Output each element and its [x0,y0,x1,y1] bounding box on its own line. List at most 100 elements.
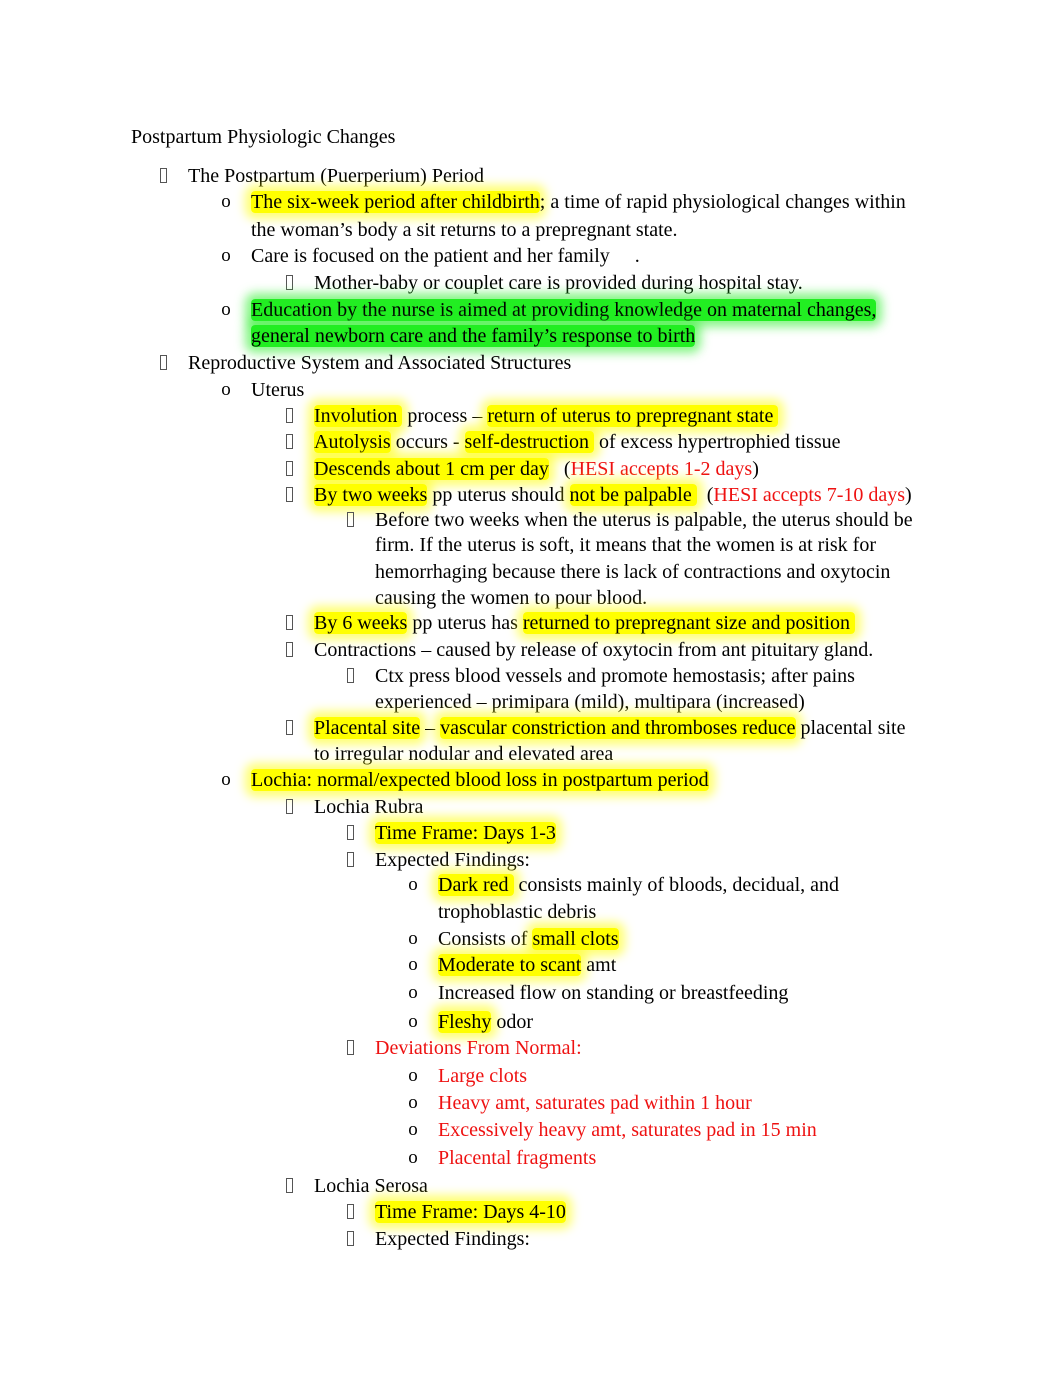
circle-bullet-icon: o [408,1119,418,1140]
circle-bullet-icon: o [408,954,418,975]
line-text: Care is focused on the patient and her f… [251,243,640,269]
highlighted-text: Time Frame: Days 4-10 [375,1201,566,1223]
highlighted-text: general newborn care and the family’s re… [251,325,696,347]
text-segment: to irregular nodular and elevated area [314,743,614,765]
highlighted-text: By 6 weeks [314,612,408,634]
line-text: firm. If the uterus is soft, it means th… [375,532,876,558]
highlighted-text: By two weeks [314,484,428,506]
square-bullet-icon [343,663,357,689]
line-text: the woman’s body a sit returns to a prep… [251,217,678,243]
line-text: Involution process – return of uterus to… [314,403,779,429]
red-note-text: Excessively heavy amt, saturates pad in … [438,1119,817,1141]
line-text: Placental site – vascular constriction a… [314,715,905,741]
highlighted-text: Autolysis [314,431,391,453]
text-segment: firm. If the uterus is soft, it means th… [375,534,877,556]
highlighted-text: Placental site [314,717,421,739]
line-text: experienced – primipara (mild), multipar… [375,689,805,715]
text-segment: pp uterus has [407,612,523,634]
text-segment: the woman’s body a sit returns to a prep… [251,219,678,241]
document-page: Postpartum Physiologic Changes The Postp… [0,0,1062,1377]
text-segment: placental site [795,717,906,739]
circle-bullet-icon: o [221,769,231,790]
highlighted-text: Descends about 1 cm per day [314,458,549,480]
text-segment: Expected Findings: [375,849,530,871]
circle-bullet-icon: o [221,191,231,212]
text-segment: Contractions – caused by release of oxyt… [314,639,874,661]
text-segment: consists mainly of bloods, decidual, and [513,874,840,896]
text-segment: Ctx press blood vessels and promote hemo… [375,665,855,687]
text-segment: – [420,717,441,739]
text-segment: Increased flow on standing or breastfeed… [438,982,789,1004]
line-text: causing the women to pour blood. [375,585,647,611]
text-segment: Lochia Serosa [314,1175,428,1197]
circle-bullet-icon: o [221,379,231,400]
text-segment: ( [548,458,571,480]
highlighted-text: small clots [532,928,619,950]
line-text: Excessively heavy amt, saturates pad in … [438,1117,817,1143]
text-segment: Expected Findings: [375,1228,530,1250]
text-segment: ; a time of rapid physiological changes … [539,191,906,213]
line-text: Lochia: normal/expected blood loss in po… [251,767,709,793]
square-bullet-icon [343,820,357,846]
text-segment: process – [402,405,488,427]
circle-bullet-icon: o [221,299,231,320]
line-text: Expected Findings: [375,847,530,873]
text-segment: occurs - [390,431,465,453]
line-text: hemorrhaging because there is lack of co… [375,559,890,585]
line-text: The six-week period after childbirth; a … [251,189,906,215]
line-text: Dark red consists mainly of bloods, deci… [438,872,839,898]
line-text: to irregular nodular and elevated area [314,741,613,767]
square-bullet-icon [282,456,296,482]
text-segment: causing the women to pour blood. [375,587,648,609]
line-text: Mother-baby or couplet care is provided … [314,270,803,296]
highlighted-text: returned to prepregnant size and positio… [522,612,855,634]
square-bullet-icon [156,350,170,376]
highlighted-text: self-destruction [464,431,594,453]
circle-bullet-icon: o [408,928,418,949]
text-segment: Uterus [251,379,305,401]
square-bullet-icon [343,507,357,533]
text-segment: Lochia Rubra [314,796,424,818]
highlighted-text: return of uterus to prepregnant state [487,405,779,427]
text-segment: Care is focused on the patient and her f… [251,245,640,267]
text-segment: pp uterus should [427,484,570,506]
highlighted-text: Fleshy [438,1011,492,1033]
square-bullet-icon [343,1199,357,1225]
square-bullet-icon [343,847,357,873]
line-text: Reproductive System and Associated Struc… [188,350,571,376]
square-bullet-icon [282,715,296,741]
highlighted-text: not be palpable [569,484,697,506]
square-bullet-icon [282,1173,296,1199]
red-note-text: Placental fragments [438,1147,597,1169]
text-segment: odor [491,1011,534,1033]
line-text: Time Frame: Days 1-3 [375,820,556,846]
highlighted-text: Dark red [438,874,514,896]
page-title: Postpartum Physiologic Changes [131,126,396,148]
line-text: Expected Findings: [375,1226,530,1252]
square-bullet-icon [282,270,296,296]
red-note-text: HESI accepts 1-2 days [570,458,753,480]
highlighted-text: Education by the nurse is aimed at provi… [251,299,877,321]
square-bullet-icon [343,1035,357,1061]
line-text: general newborn care and the family’s re… [251,323,696,349]
text-segment: ( [696,484,714,506]
highlighted-text: Time Frame: Days 1-3 [375,822,556,844]
highlighted-text: Involution [314,405,403,427]
line-text: Education by the nurse is aimed at provi… [251,297,877,323]
circle-bullet-icon: o [408,1147,418,1168]
square-bullet-icon [282,637,296,663]
line-text: Descends about 1 cm per day (HESI accept… [314,456,759,482]
text-segment: ) [752,458,759,480]
line-text: Deviations From Normal: [375,1035,582,1061]
circle-bullet-icon: o [408,1092,418,1113]
text-segment: Reproductive System and Associated Struc… [188,352,572,374]
circle-bullet-icon: o [221,245,231,266]
text-segment: amt [581,954,617,976]
line-text: Uterus [251,377,304,403]
text-segment: experienced – primipara (mild), multipar… [375,691,805,713]
red-note-text: Heavy amt, saturates pad within 1 hour [438,1092,752,1114]
text-segment: Mother-baby or couplet care is provided … [314,272,803,294]
text-segment: trophoblastic debris [438,901,597,923]
line-text: Time Frame: Days 4-10 [375,1199,566,1225]
square-bullet-icon [156,163,170,189]
